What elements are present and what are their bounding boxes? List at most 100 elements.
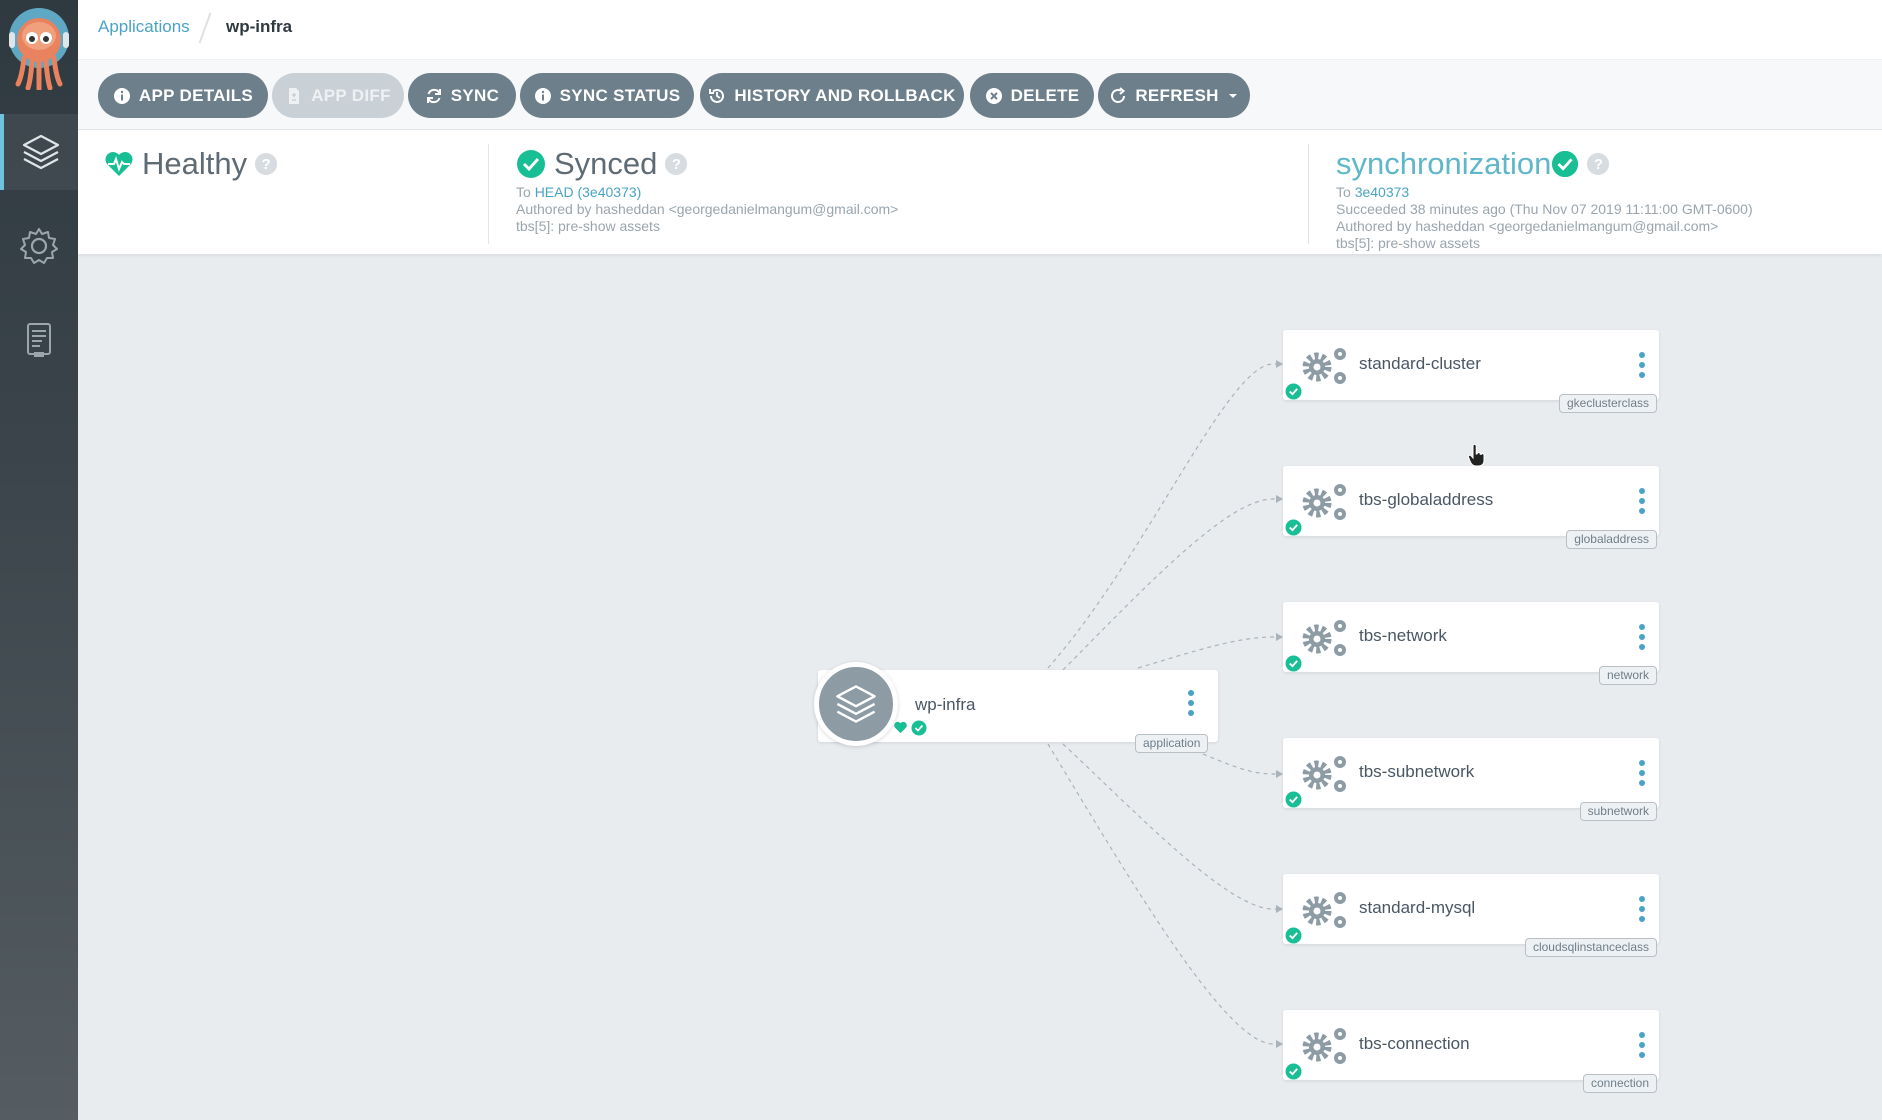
operation-revision-link[interactable]: 3e40373	[1355, 184, 1410, 200]
hand-cursor-icon	[1468, 444, 1485, 467]
gears-icon	[1302, 756, 1346, 792]
heartbeat-icon	[105, 152, 133, 176]
refresh-label: REFRESH	[1135, 85, 1219, 105]
app-details-label: APP DETAILS	[138, 85, 254, 105]
check-circle-icon	[1552, 150, 1579, 178]
check-circle-icon	[911, 720, 927, 736]
check-circle-icon	[1285, 1063, 1302, 1080]
check-circle-icon	[1285, 519, 1302, 536]
gear-icon	[20, 228, 58, 264]
sync-head-revision-link[interactable]: HEAD (3e40373)	[535, 184, 642, 200]
gears-icon	[1302, 620, 1346, 656]
caret-down-icon	[1228, 93, 1237, 98]
sidebar-item-user-info[interactable]	[0, 302, 78, 378]
sync-icon	[426, 88, 441, 103]
check-circle-icon	[1285, 383, 1302, 400]
history-and-rollback-label: HISTORY AND ROLLBACK	[734, 85, 956, 105]
resource-node-menu-icon[interactable]	[1639, 760, 1645, 786]
check-circle-icon	[517, 150, 545, 178]
delete-button[interactable]: DELETE	[970, 73, 1094, 118]
argo-logo-icon[interactable]	[6, 6, 72, 90]
sync-status-label: SYNC STATUS	[559, 85, 681, 105]
operation-status: synchronization ? To 3e40373 Succeeded 3…	[1336, 146, 1753, 270]
application-node-status	[893, 720, 927, 736]
resource-node[interactable]: tbs-subnetwork subnetwork	[1283, 738, 1659, 821]
sync-to-prefix: To	[516, 184, 531, 200]
resource-node-menu-icon[interactable]	[1639, 488, 1645, 514]
check-circle-icon	[1285, 927, 1302, 944]
health-status: Healthy ?	[104, 146, 278, 270]
health-label: Healthy	[142, 146, 248, 181]
top-bar: Applications wp-infra	[78, 0, 1882, 60]
resource-node-kind-badge: globaladdress	[1566, 530, 1657, 549]
sync-label: SYNC	[450, 85, 500, 105]
sync-button[interactable]: SYNC	[408, 73, 516, 118]
operation-result: Succeeded 38 minutes ago (Thu Nov 07 201…	[1336, 201, 1753, 217]
heart-icon	[894, 721, 907, 734]
health-help-icon[interactable]: ?	[255, 153, 278, 175]
document-icon	[27, 323, 51, 357]
resource-node-kind-badge: subnetwork	[1579, 802, 1657, 821]
resource-node-menu-icon[interactable]	[1639, 352, 1645, 378]
app-diff-button[interactable]: APP DIFF	[272, 73, 404, 118]
operation-help-icon[interactable]: ?	[1587, 153, 1610, 175]
operation-to-prefix: To	[1336, 184, 1351, 200]
status-panel: Healthy ? Synced ? To HEAD (3e40373) Aut…	[78, 130, 1882, 254]
sync-status-button[interactable]: SYNC STATUS	[520, 73, 694, 118]
check-circle-icon	[1285, 791, 1302, 808]
resource-node-kind-badge: network	[1598, 666, 1657, 685]
sync-author: Authored by hasheddan <georgedanielmangu…	[516, 201, 899, 217]
status-divider	[1308, 144, 1309, 244]
operation-title[interactable]: synchronization	[1336, 146, 1551, 182]
check-circle-icon	[1285, 655, 1302, 672]
resource-node[interactable]: tbs-network network	[1283, 602, 1659, 685]
resource-node-name: standard-cluster	[1359, 354, 1481, 373]
application-node-kind-badge: application	[1135, 734, 1209, 753]
application-node-icon	[814, 662, 898, 746]
info-icon	[534, 87, 551, 104]
resource-node-menu-icon[interactable]	[1639, 1032, 1645, 1058]
sync-help-icon[interactable]: ?	[665, 153, 688, 175]
resource-node-name: tbs-globaladdress	[1359, 490, 1494, 509]
gears-icon	[1302, 348, 1346, 384]
resource-node-name: tbs-connection	[1359, 1034, 1470, 1053]
resource-node-kind-badge: connection	[1582, 1074, 1657, 1093]
sync-commit-message: tbs[5]: pre-show assets	[516, 218, 660, 234]
resource-node[interactable]: standard-mysql cloudsqlinstanceclass	[1283, 874, 1659, 957]
resource-tree-graph: wp-infra application standard-cluster gk…	[78, 254, 1882, 1120]
layers-icon	[22, 134, 60, 170]
status-divider	[488, 144, 489, 244]
app-details-button[interactable]: APP DETAILS	[98, 73, 268, 118]
gears-icon	[1302, 1028, 1346, 1064]
delete-label: DELETE	[1010, 85, 1080, 105]
history-icon	[709, 88, 725, 103]
resource-node-kind-badge: gkeclusterclass	[1558, 394, 1657, 413]
history-and-rollback-button[interactable]: HISTORY AND ROLLBACK	[700, 73, 964, 118]
resource-node[interactable]: tbs-connection connection	[1283, 1010, 1659, 1093]
resource-node-kind-badge: cloudsqlinstanceclass	[1524, 938, 1657, 957]
resource-node-menu-icon[interactable]	[1639, 896, 1645, 922]
file-diff-icon	[289, 87, 300, 104]
sync-status-title: Synced	[554, 146, 658, 181]
breadcrumb-current: wp-infra	[226, 17, 293, 36]
breadcrumb-separator	[198, 12, 212, 44]
application-node-menu-icon[interactable]	[1188, 690, 1194, 716]
breadcrumb-applications-link[interactable]: Applications	[98, 17, 190, 37]
refresh-button[interactable]: REFRESH	[1098, 73, 1250, 118]
gears-icon	[1302, 484, 1346, 520]
sidebar	[0, 0, 78, 1120]
application-node-name: wp-infra	[915, 695, 976, 714]
resource-node[interactable]: standard-cluster gkeclusterclass	[1283, 330, 1659, 413]
sidebar-item-settings[interactable]	[0, 208, 78, 284]
resource-node-menu-icon[interactable]	[1639, 624, 1645, 650]
operation-author: Authored by hasheddan <georgedanielmangu…	[1336, 218, 1719, 234]
resource-node[interactable]: tbs-globaladdress globaladdress	[1283, 466, 1659, 549]
sidebar-item-applications[interactable]	[0, 114, 78, 190]
resource-node-name: tbs-network	[1359, 626, 1447, 645]
operation-commit-message: tbs[5]: pre-show assets	[1336, 235, 1480, 251]
resource-node-name: standard-mysql	[1359, 898, 1476, 917]
info-icon	[113, 87, 130, 104]
action-toolbar: APP DETAILS APP DIFF SYNC SYNC STATUS HI…	[78, 60, 1882, 130]
resource-node-name: tbs-subnetwork	[1359, 762, 1475, 781]
times-circle-icon	[985, 87, 1002, 104]
